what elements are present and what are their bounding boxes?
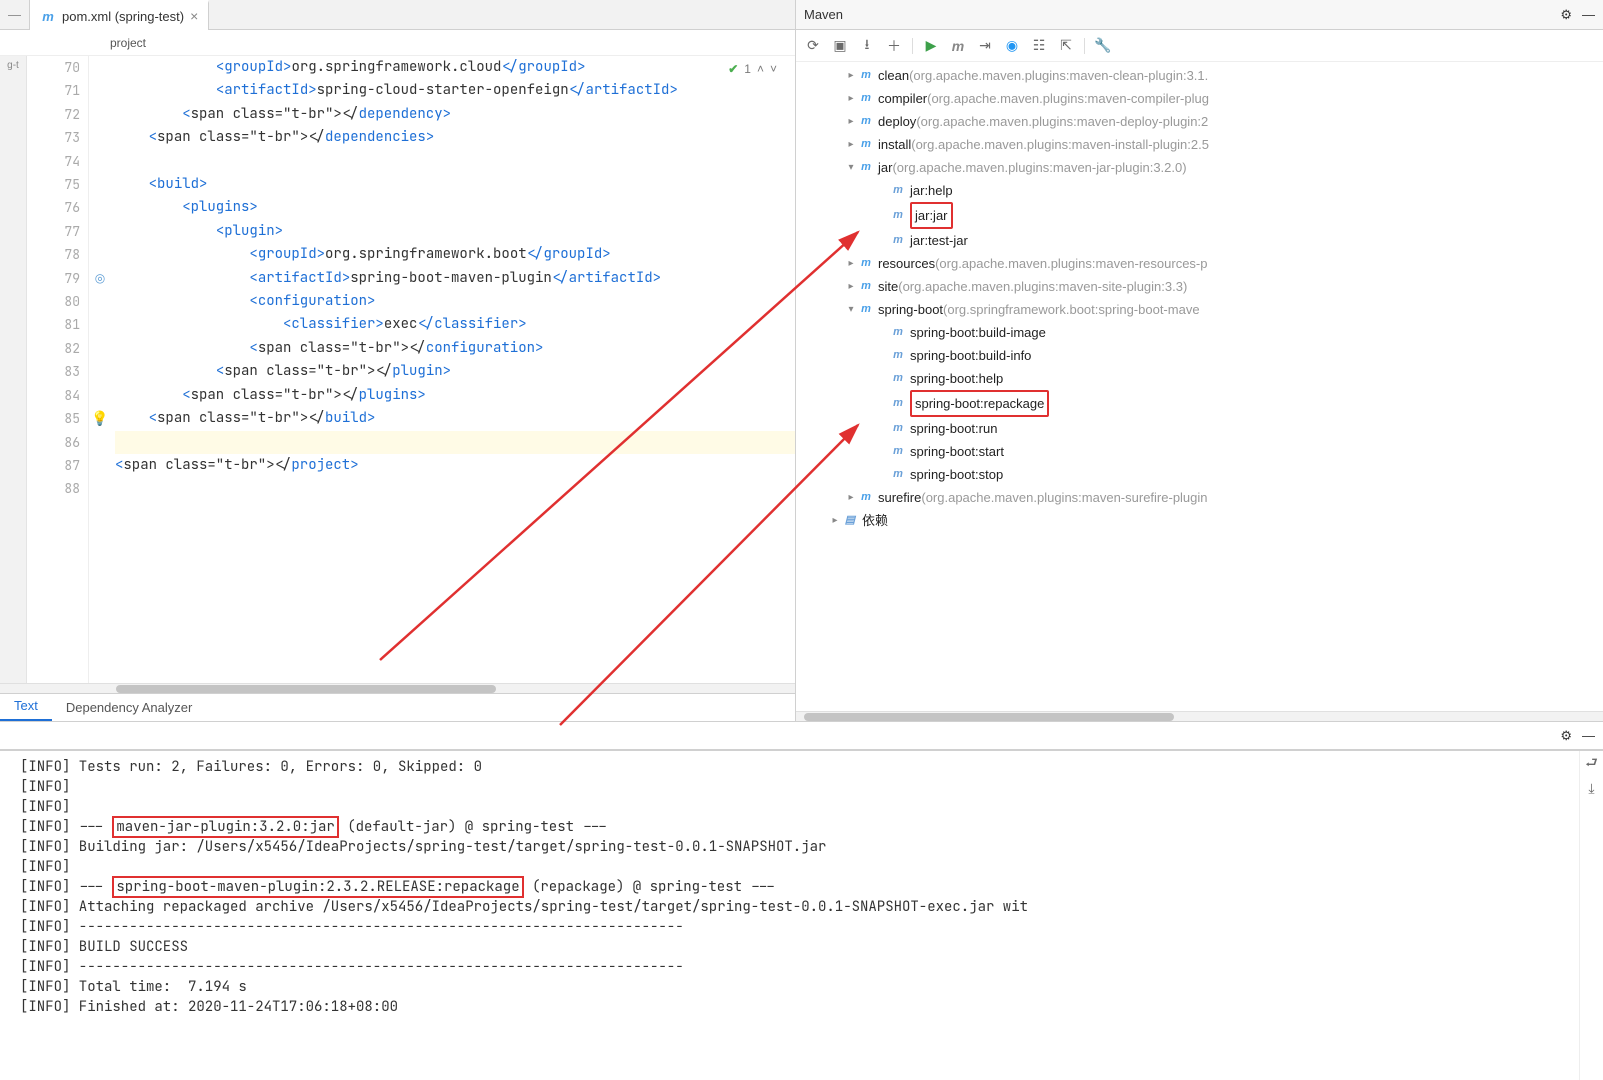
run-icon[interactable]: ▶ — [922, 37, 940, 55]
file-tab-label: pom.xml (spring-test) — [62, 9, 184, 24]
add-icon[interactable]: ＋ — [885, 37, 903, 55]
maven-tree-node[interactable]: ▾mjar (org.apache.maven.plugins:maven-ja… — [796, 156, 1603, 179]
maven-tree-node[interactable]: ▸▤依赖 — [796, 509, 1603, 532]
maven-tree-node[interactable]: ▸msite (org.apache.maven.plugins:maven-s… — [796, 275, 1603, 298]
maven-toolbar: ⟳ ▣ ⭳ ＋ ▶ m ⇥ ◉ ☷ ⇱ 🔧 — [796, 30, 1603, 62]
code-area[interactable]: <groupId>org.springframework.cloud</grou… — [111, 56, 795, 683]
maven-tree-node[interactable]: mspring-boot:help — [796, 367, 1603, 390]
console-side-toolbar: ⮐ ⤓ — [1579, 751, 1603, 1080]
minimize-icon[interactable]: — — [1582, 7, 1595, 23]
editor-tabbar: — m pom.xml (spring-test) × — [0, 0, 795, 30]
hint-count: 1 — [744, 62, 751, 76]
editor-h-scrollbar[interactable] — [0, 683, 795, 693]
maven-tree-node[interactable]: mjar:jar — [796, 202, 1603, 229]
maven-tree-node[interactable]: ▸minstall (org.apache.maven.plugins:mave… — [796, 133, 1603, 156]
maven-tree-node[interactable]: mspring-boot:start — [796, 440, 1603, 463]
toggle-skip-icon[interactable]: ⇥ — [976, 37, 994, 55]
maven-tree-node[interactable]: mspring-boot:repackage — [796, 390, 1603, 417]
tab-dependency-analyzer[interactable]: Dependency Analyzer — [52, 694, 206, 721]
chevron-down-icon[interactable]: ˅ — [770, 62, 777, 76]
execute-goal-icon[interactable]: m — [949, 37, 967, 55]
file-tab-pom[interactable]: m pom.xml (spring-test) × — [30, 0, 209, 30]
download-icon[interactable]: ⭳ — [858, 37, 876, 55]
maven-tree-node[interactable]: mspring-boot:build-image — [796, 321, 1603, 344]
toggle-offline-icon[interactable]: ◉ — [1003, 37, 1021, 55]
line-number-gutter: 70717273747576777879808182838485868788 — [27, 56, 89, 683]
maven-h-scrollbar[interactable] — [796, 711, 1603, 721]
gear-icon[interactable]: ⚙ — [1560, 7, 1572, 23]
scroll-to-end-icon[interactable]: ⤓ — [1583, 779, 1601, 797]
maven-panel: Maven ⚙ — ⟳ ▣ ⭳ ＋ ▶ m ⇥ ◉ ☷ ⇱ 🔧 ▸mclean … — [796, 0, 1603, 721]
soft-wrap-icon[interactable]: ⮐ — [1583, 755, 1601, 773]
dependency-graph-icon[interactable]: ☷ — [1030, 37, 1048, 55]
maven-tree[interactable]: ▸mclean (org.apache.maven.plugins:maven-… — [796, 62, 1603, 711]
console-output[interactable]: [INFO] Tests run: 2, Failures: 0, Errors… — [18, 751, 1579, 1080]
maven-tree-node[interactable]: mspring-boot:run — [796, 417, 1603, 440]
left-gutter-stub: g-t — [0, 56, 27, 683]
collapse-all-icon[interactable]: ⇱ — [1057, 37, 1075, 55]
gear-icon[interactable]: ⚙ — [1560, 728, 1572, 744]
maven-title: Maven — [804, 7, 843, 22]
editor-bottom-tabs: Text Dependency Analyzer — [0, 693, 795, 721]
wrench-icon[interactable]: 🔧 — [1094, 37, 1112, 55]
maven-tree-node[interactable]: ▾mspring-boot (org.springframework.boot:… — [796, 298, 1603, 321]
console-header: ⚙ — — [0, 722, 1603, 750]
collapse-left-icon[interactable]: — — [0, 0, 30, 30]
generate-sources-icon[interactable]: ▣ — [831, 37, 849, 55]
marker-column: ◎💡 — [89, 56, 111, 683]
maven-tree-node[interactable]: mjar:help — [796, 179, 1603, 202]
minimize-icon[interactable]: — — [1582, 728, 1595, 743]
maven-tree-node[interactable]: mjar:test-jar — [796, 229, 1603, 252]
maven-tree-node[interactable]: mspring-boot:build-info — [796, 344, 1603, 367]
maven-tree-node[interactable]: ▸mcompiler (org.apache.maven.plugins:mav… — [796, 87, 1603, 110]
maven-tree-node[interactable]: mspring-boot:stop — [796, 463, 1603, 486]
breadcrumb[interactable]: project — [0, 30, 795, 56]
close-tab-icon[interactable]: × — [190, 8, 198, 24]
maven-tree-node[interactable]: ▸mclean (org.apache.maven.plugins:maven-… — [796, 64, 1603, 87]
chevron-up-icon[interactable]: ˄ — [757, 62, 764, 76]
maven-tree-node[interactable]: ▸msurefire (org.apache.maven.plugins:mav… — [796, 486, 1603, 509]
check-icon: ✔ — [728, 62, 738, 76]
editor-panel: — m pom.xml (spring-test) × project ✔ 1 … — [0, 0, 796, 721]
reload-icon[interactable]: ⟳ — [804, 37, 822, 55]
inspections-widget[interactable]: ✔ 1 ˄ ˅ — [728, 62, 777, 76]
tab-text[interactable]: Text — [0, 692, 52, 721]
maven-tree-node[interactable]: ▸mresources (org.apache.maven.plugins:ma… — [796, 252, 1603, 275]
maven-file-icon: m — [40, 8, 56, 24]
maven-tree-node[interactable]: ▸mdeploy (org.apache.maven.plugins:maven… — [796, 110, 1603, 133]
